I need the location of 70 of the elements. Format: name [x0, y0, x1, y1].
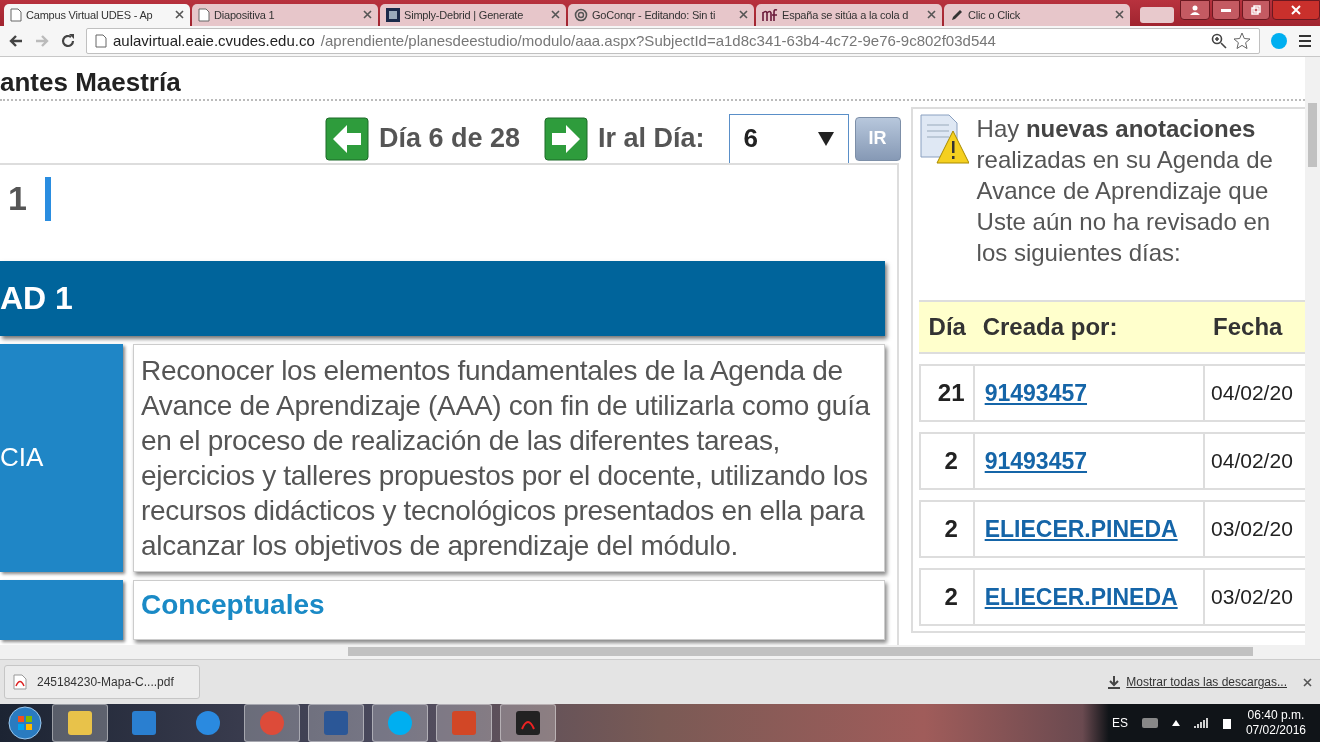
dropdown-caret-icon — [817, 131, 834, 146]
user-button[interactable] — [1180, 0, 1210, 20]
day-counter: Día 6 de 28 — [378, 123, 521, 154]
pdf-file-icon — [13, 674, 27, 691]
accent-bar — [44, 176, 51, 221]
table-cell: 2 — [918, 567, 973, 626]
close-icon — [1291, 5, 1301, 15]
browser-tab[interactable]: España se sitúa a la cola d — [756, 3, 942, 26]
close-icon[interactable] — [739, 10, 748, 20]
browser-tab[interactable]: GoConqr - Editando: Sin ti — [568, 3, 754, 26]
site-logo-icon — [762, 7, 778, 22]
warning-document-icon — [918, 112, 969, 165]
address-field[interactable]: aulavirtual.eaie.cvudes.edu.co /aprendiente/planesdeestudio/modulo/aaa.aspx?SubjectId=a1d8c341-63b4-4c72-9e76-9c802f03d544 — [86, 27, 1260, 54]
reload-icon[interactable] — [60, 32, 76, 49]
zoom-icon[interactable] — [1211, 32, 1227, 49]
menu-icon[interactable] — [1298, 33, 1312, 48]
column-header: Creada por: — [972, 299, 1204, 354]
signal-icon[interactable] — [1193, 718, 1208, 728]
browser-tab[interactable]: Diapositiva 1 — [192, 3, 378, 26]
start-button-icon[interactable] — [6, 705, 44, 741]
objective-text: Reconocer los elementos fundamentales de la Agenda de Avance de Aprendizaje (AAA) con fin de utilizarla como guía en el proceso de realización de las diferentes tareas, ejercicios y talleres propuestos por el docente, utilizando los recursos didácticos y tecnológicos presentados en ella para alcanzar los objetivos de aprendizaje del módulo. — [141, 353, 871, 563]
restore-button[interactable] — [1242, 0, 1270, 20]
close-icon[interactable] — [1115, 10, 1124, 20]
table-cell: 2 — [918, 431, 973, 490]
back-icon[interactable] — [8, 32, 24, 49]
pdf-icon[interactable] — [514, 709, 542, 737]
user-icon — [1190, 5, 1200, 15]
download-item[interactable]: 245184230-Mapa-C....pdf — [4, 665, 200, 700]
taskbar-button[interactable] — [500, 704, 556, 742]
swirl-icon — [574, 7, 588, 22]
day-select[interactable]: 6 — [728, 113, 849, 164]
page-icon — [198, 7, 210, 22]
unit-banner: AD 1 — [0, 260, 885, 336]
minimize-button[interactable] — [1212, 0, 1240, 20]
url-path: /aprendiente/planesdeestudio/modulo/aaa.aspx?SubjectId=a1d8c341-63b4-4c72-9e76-9c802f03d544 — [320, 32, 997, 50]
site-logo-icon — [386, 7, 400, 22]
column-header: Día — [918, 299, 973, 354]
up-arrow-icon[interactable] — [1171, 720, 1180, 726]
goto-day-label: Ir al Día: — [598, 123, 705, 154]
url-host: aulavirtual.eaie.cvudes.edu.co — [113, 32, 315, 50]
pencil-icon — [950, 7, 964, 22]
language-indicator[interactable]: ES — [1111, 716, 1128, 730]
star-icon[interactable] — [1233, 31, 1251, 50]
close-button[interactable] — [1272, 0, 1320, 20]
new-tab-button[interactable] — [1140, 6, 1174, 23]
taskbar-button[interactable] — [52, 704, 108, 742]
close-icon[interactable] — [927, 10, 936, 20]
column-header: Fecha — [1203, 299, 1305, 354]
page-icon — [10, 7, 22, 22]
page-icon — [95, 33, 107, 48]
close-icon[interactable] — [363, 10, 372, 20]
browser-tab[interactable]: Campus Virtual UDES - Ap — [4, 3, 190, 26]
side-label: CIA — [0, 343, 123, 572]
minimize-icon — [1221, 8, 1231, 12]
section-heading: Conceptuales — [141, 588, 326, 621]
restore-icon — [1251, 5, 1261, 15]
clock[interactable]: 06:40 p.m. 07/02/2016 — [1245, 708, 1306, 738]
close-icon[interactable] — [551, 10, 560, 20]
notice-text: Hay nuevas anotaciones realizadas en su Agenda de Avance de Aprendizaje que Uste aún no ha revisado en los siguientes días: — [976, 113, 1274, 268]
vertical-scrollbar[interactable] — [1305, 56, 1320, 645]
close-icon[interactable] — [1303, 678, 1312, 688]
download-icon — [1108, 675, 1121, 689]
browser-tab[interactable]: Clic o Click — [944, 3, 1130, 26]
page-heading: antes Maestría — [0, 56, 1305, 101]
unit-number: 1 — [8, 179, 27, 218]
show-all-downloads-link[interactable]: Mostrar todas las descargas... — [1108, 675, 1287, 690]
table-cell: 21 — [918, 363, 973, 422]
close-icon[interactable] — [175, 10, 184, 20]
browser-tab[interactable]: Simply-Debrid | Generate — [380, 3, 566, 26]
table-cell: 2 — [918, 499, 973, 558]
